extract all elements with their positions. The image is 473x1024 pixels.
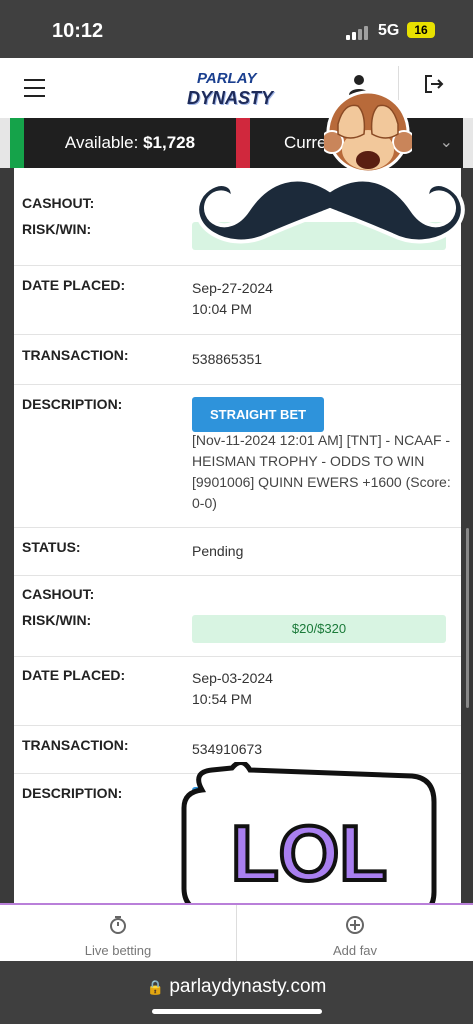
scrollbar[interactable] xyxy=(466,528,469,708)
browser-url-bar[interactable]: 🔒 parlaydynasty.com xyxy=(0,961,473,1024)
stopwatch-icon xyxy=(110,916,126,934)
bottom-nav: Live betting Add fav xyxy=(0,903,473,963)
available-label: Available: xyxy=(64,133,139,152)
date-value: Sep-03-2024 10:54 PM xyxy=(192,668,273,710)
network-type: 5G xyxy=(378,22,400,39)
logo-line-1: PARLAY xyxy=(197,70,257,87)
transaction-row: TRANSACTION: 538865351 xyxy=(14,334,461,385)
date-label: DATE PLACED: xyxy=(22,667,126,683)
straight-bet-badge[interactable]: STRAIGHT BET xyxy=(192,397,325,432)
date: Sep-03-2024 xyxy=(192,670,273,686)
description-row: DESCRIPTION: STRAIGHT BET [Nov-11-2024 1… xyxy=(14,384,461,528)
battery-icon: 16 xyxy=(407,22,435,38)
logo-line-2: DYNASTY xyxy=(187,88,274,108)
time: 10:04 PM xyxy=(192,301,252,317)
riskwin-label: RISK/WIN: xyxy=(22,612,92,628)
tab-label: Add fav xyxy=(332,943,378,958)
transaction-value: 538865351 xyxy=(192,351,263,367)
date: Sep-27-2024 xyxy=(192,280,273,296)
description-label: DESCRIPTION: xyxy=(22,396,123,412)
description-label: DESCRIPTION: xyxy=(22,785,123,801)
tab-add-fav[interactable]: Add fav xyxy=(236,905,473,963)
tab-label: Live betting xyxy=(84,943,152,958)
bet-type-wrap: STRAIGHT BET xyxy=(192,397,325,432)
logo[interactable]: PARLAY DYNASTY xyxy=(185,64,273,114)
status-value: Pending xyxy=(192,543,244,559)
cashout-risk-row: CASHOUT: RISK/WIN: $20/$320 xyxy=(14,575,461,657)
date-row: DATE PLACED: Sep-27-2024 10:04 PM xyxy=(14,265,461,335)
hamburger-menu-icon[interactable] xyxy=(24,79,46,97)
tab-live-betting[interactable]: Live betting xyxy=(0,905,236,963)
currency-label: Curre xyxy=(284,133,327,152)
transaction-label: TRANSACTION: xyxy=(22,737,129,753)
home-indicator[interactable] xyxy=(152,1009,322,1014)
add-circle-icon xyxy=(346,916,364,934)
description-text: [Nov-11-2024 12:01 AM] [TNT] - NCAAF - H… xyxy=(192,432,451,511)
date-value: Sep-27-2024 10:04 PM xyxy=(192,278,273,320)
url-display: 🔒 parlaydynasty.com xyxy=(0,976,473,998)
date-label: DATE PLACED: xyxy=(22,277,126,293)
lock-icon: 🔒 xyxy=(146,979,165,995)
logout-icon[interactable] xyxy=(424,74,444,94)
mustache-sticker xyxy=(195,177,465,244)
clock: 10:12 xyxy=(52,20,104,42)
lol-text: LOL xyxy=(231,809,387,897)
transaction-value: 534910673 xyxy=(192,741,263,757)
status-bar: 10:12 5G 16 xyxy=(0,0,473,58)
riskwin-pill: $20/$320 xyxy=(192,615,446,643)
signal-icon xyxy=(346,24,372,40)
transaction-label: TRANSACTION: xyxy=(22,347,129,363)
available-value: $1,728 xyxy=(143,133,196,152)
status-label: STATUS: xyxy=(22,539,81,555)
url-text: parlaydynasty.com xyxy=(169,976,327,997)
status-row: STATUS: Pending xyxy=(14,527,461,576)
time: 10:54 PM xyxy=(192,691,252,707)
date-row: DATE PLACED: Sep-03-2024 10:54 PM xyxy=(14,656,461,726)
cashout-label: CASHOUT: xyxy=(22,586,95,602)
